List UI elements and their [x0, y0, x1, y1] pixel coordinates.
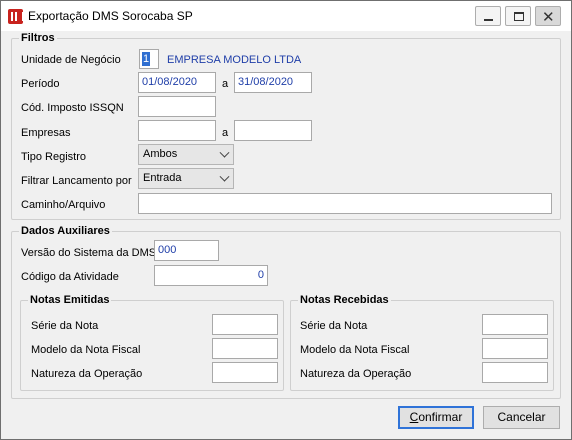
maximize-icon: [514, 12, 524, 21]
empresas-label: Empresas: [21, 127, 71, 139]
empresas-inicio-input[interactable]: [138, 120, 216, 141]
tipo-registro-label: Tipo Registro: [21, 151, 87, 163]
recebidas-natureza-input[interactable]: [482, 362, 548, 383]
confirmar-label: onfirmar: [418, 410, 463, 424]
periodo-inicio-input[interactable]: 01/08/2020: [138, 72, 216, 93]
confirmar-button[interactable]: Confirmar: [398, 406, 474, 429]
window-title: Exportação DMS Sorocaba SP: [28, 9, 193, 23]
versao-input[interactable]: 000: [154, 240, 219, 261]
emitidas-serie-label: Série da Nota: [31, 320, 99, 332]
tipo-registro-select[interactable]: Ambos: [138, 144, 234, 165]
codigo-atividade-label: Código da Atividade: [21, 271, 119, 283]
close-icon: ✕: [542, 8, 555, 26]
emitidas-natureza-label: Natureza da Operação: [31, 368, 143, 380]
notas-recebidas-title: Notas Recebidas: [298, 294, 391, 306]
emitidas-modelo-input[interactable]: [212, 338, 278, 359]
minimize-button[interactable]: [475, 6, 501, 26]
maximize-button[interactable]: [505, 6, 531, 26]
close-button[interactable]: ✕: [535, 6, 561, 26]
recebidas-natureza-label: Natureza da Operação: [300, 368, 412, 380]
notas-emitidas-title: Notas Emitidas: [28, 294, 112, 306]
filtrar-lancamento-value: Entrada: [143, 172, 182, 184]
caminho-label: Caminho/Arquivo: [21, 199, 106, 211]
periodo-fim-input[interactable]: 31/08/2020: [234, 72, 312, 93]
empresas-fim-input[interactable]: [234, 120, 312, 141]
filtrar-lancamento-select[interactable]: Entrada: [138, 168, 234, 189]
cod-imposto-input[interactable]: [138, 96, 216, 117]
tipo-registro-value: Ambos: [143, 148, 178, 160]
unidade-label: Unidade de Negócio: [21, 54, 121, 66]
auxiliares-title: Dados Auxiliares: [19, 225, 112, 237]
recebidas-modelo-input[interactable]: [482, 338, 548, 359]
cod-imposto-label: Cód. Imposto ISSQN: [21, 102, 124, 114]
caminho-input[interactable]: [138, 193, 552, 214]
emitidas-modelo-label: Modelo da Nota Fiscal: [31, 344, 141, 356]
periodo-label: Período: [21, 78, 60, 90]
emitidas-serie-input[interactable]: [212, 314, 278, 335]
empresas-separator: a: [222, 127, 229, 139]
title-bar: Exportação DMS Sorocaba SP ✕: [1, 1, 571, 31]
recebidas-serie-input[interactable]: [482, 314, 548, 335]
chevron-down-icon: [219, 171, 230, 182]
filtros-title: Filtros: [19, 32, 57, 44]
empresa-name: EMPRESA MODELO LTDA: [167, 54, 302, 66]
recebidas-modelo-label: Modelo da Nota Fiscal: [300, 344, 410, 356]
recebidas-serie-label: Série da Nota: [300, 320, 368, 332]
periodo-separator: a: [222, 78, 229, 90]
chevron-down-icon: [219, 147, 230, 158]
app-logo-icon: [8, 9, 24, 24]
export-dialog: Exportação DMS Sorocaba SP ✕ Filtros Uni…: [0, 0, 572, 440]
minimize-icon: [484, 19, 493, 21]
codigo-atividade-input[interactable]: 0: [154, 265, 268, 286]
cancelar-button[interactable]: Cancelar: [483, 406, 560, 429]
unidade-input[interactable]: 1: [139, 49, 159, 69]
unidade-value: 1: [142, 52, 151, 66]
filtrar-lancamento-label: Filtrar Lancamento por: [21, 175, 132, 187]
versao-label: Versão do Sistema da DMS: [21, 247, 157, 259]
emitidas-natureza-input[interactable]: [212, 362, 278, 383]
